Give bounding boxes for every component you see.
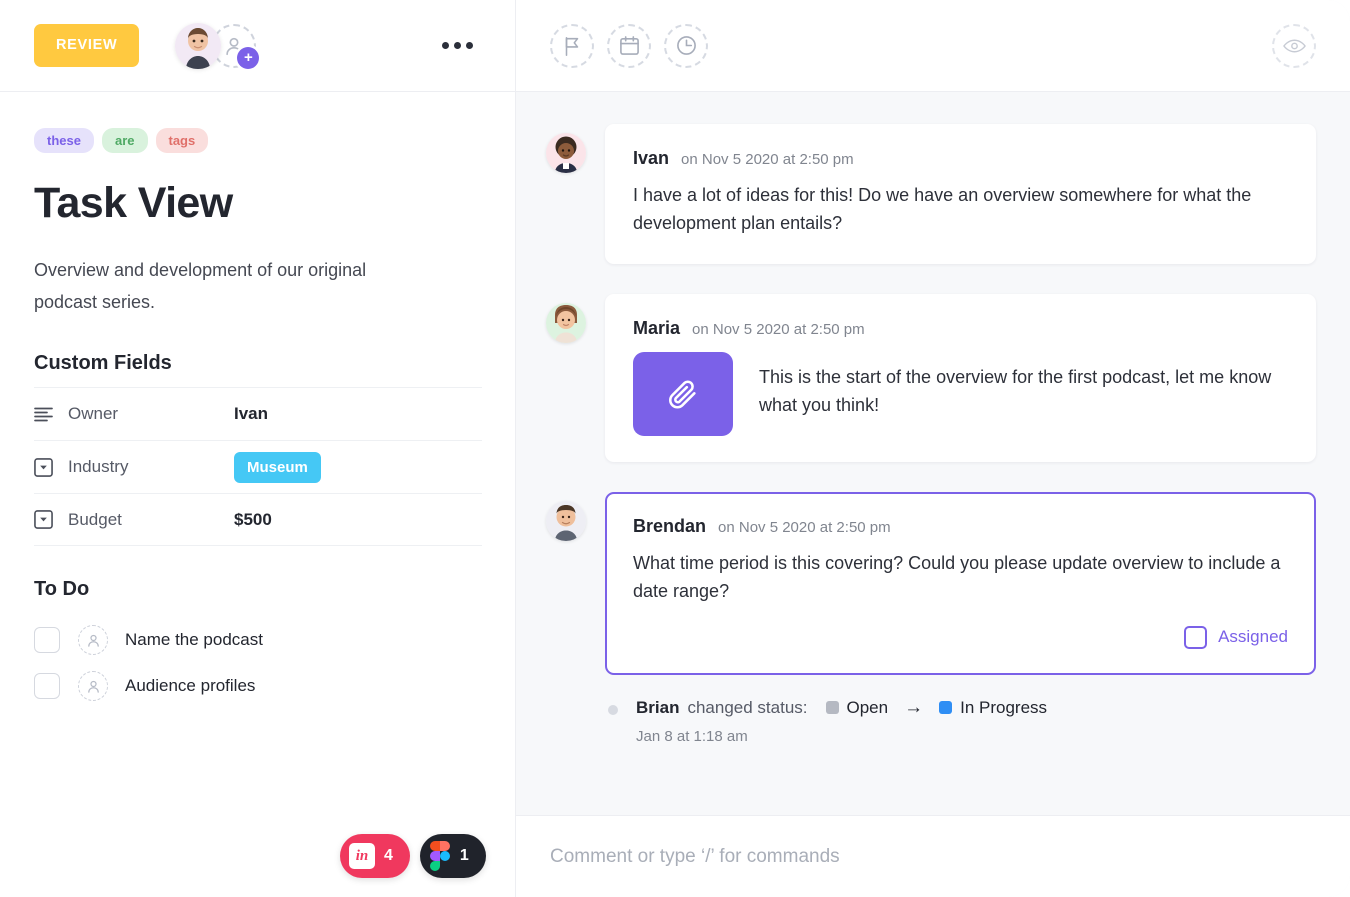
status-color-open — [825, 701, 839, 715]
comment-item: Ivan on Nov 5 2020 at 2:50 pm I have a l… — [546, 124, 1316, 264]
activity-panel: Ivan on Nov 5 2020 at 2:50 pm I have a l… — [516, 0, 1350, 897]
comment-text: This is the start of the overview for th… — [759, 366, 1272, 415]
comment-author: Brendan — [633, 515, 707, 536]
custom-field-label: Owner — [68, 404, 119, 424]
eye-icon[interactable] — [1272, 23, 1316, 68]
custom-field-label: Industry — [68, 457, 129, 477]
task-header-bar: REVIEW + — [0, 0, 515, 92]
todo-checkbox[interactable] — [34, 673, 60, 700]
arrow-right-icon: → — [904, 696, 924, 718]
person-outline-icon[interactable] — [78, 671, 108, 702]
avatar[interactable] — [175, 22, 222, 69]
avatar[interactable] — [546, 302, 586, 343]
comment-card: Maria on Nov 5 2020 at 2:50 pm This is t… — [605, 293, 1316, 462]
comment-author: Ivan — [633, 148, 670, 168]
comment-timestamp: on Nov 5 2020 at 2:50 pm — [681, 151, 854, 168]
tag-list: these are tags — [34, 128, 481, 153]
dropdown-box-icon — [34, 510, 68, 529]
flag-icon[interactable] — [550, 23, 594, 68]
figma-integration-badge[interactable]: 1 — [419, 834, 486, 878]
activity-to-status: In Progress — [960, 697, 1048, 717]
comment-meta: Ivan on Nov 5 2020 at 2:50 pm — [633, 148, 1288, 169]
todo-section: To Do Name the podcast Audience profiles — [34, 578, 481, 709]
tag-chip[interactable]: tags — [155, 128, 209, 153]
status-color-in-progress — [939, 701, 953, 715]
assigned-label: Assigned — [1218, 627, 1288, 647]
custom-field-row-industry[interactable]: Industry Museum — [34, 440, 482, 493]
comment-text: I have a lot of ideas for this! Do we ha… — [633, 185, 1252, 233]
activity-user: Brian — [636, 697, 680, 717]
activity-timestamp: Jan 8 at 1:18 am — [636, 727, 748, 745]
list-item[interactable]: Audience profiles — [34, 663, 481, 709]
page-title: Task View — [34, 179, 233, 227]
review-status-button[interactable]: REVIEW — [34, 24, 140, 67]
tag-chip[interactable]: are — [101, 128, 148, 153]
comment-composer — [516, 815, 1350, 897]
comment-author: Maria — [633, 317, 681, 338]
task-description[interactable]: Overview and development of our original… — [34, 254, 434, 318]
activity-status-line: Brian changed status: Open → In Progress — [636, 697, 1047, 719]
comment-timestamp: on Nov 5 2020 at 2:50 pm — [718, 518, 891, 536]
activity-item-status-change: Brian changed status: Open → In Progress… — [608, 697, 1316, 745]
custom-fields-table: Owner Ivan Industry Museum Budget $500 — [34, 387, 482, 547]
figma-count: 1 — [459, 847, 469, 864]
custom-field-row-owner[interactable]: Owner Ivan — [34, 387, 482, 440]
task-detail-panel: REVIEW + these are tags Task View Overvi… — [0, 0, 516, 897]
comment-input[interactable] — [550, 845, 1316, 868]
person-outline-icon[interactable] — [78, 625, 108, 656]
activity-action: changed status: — [687, 697, 808, 717]
integration-badge-list: in 4 1 — [340, 834, 486, 878]
task-detail-body: these are tags Task View Overview and de… — [0, 92, 515, 897]
more-options-button[interactable] — [434, 34, 481, 57]
comment-meta: Maria on Nov 5 2020 at 2:50 pm — [633, 318, 1288, 339]
activity-from-status: Open — [846, 697, 889, 717]
todo-checkbox[interactable] — [34, 627, 60, 654]
comment-body-with-attachment: This is the start of the overview for th… — [633, 351, 1288, 436]
comment-item: Maria on Nov 5 2020 at 2:50 pm This is t… — [546, 293, 1316, 462]
paperclip-icon — [669, 380, 696, 409]
comment-item-highlighted: Brendan on Nov 5 2020 at 2:50 pm What ti… — [546, 491, 1316, 675]
text-lines-icon — [34, 407, 68, 422]
invision-logo-icon: in — [349, 843, 375, 869]
attachment-tile[interactable] — [633, 351, 733, 436]
tag-chip[interactable]: these — [34, 128, 94, 153]
invision-count: 4 — [384, 847, 393, 864]
ellipsis-icon — [442, 42, 449, 49]
custom-field-value[interactable]: $500 — [234, 510, 272, 530]
todo-label: Audience profiles — [125, 676, 256, 696]
activity-dot-icon — [608, 704, 618, 715]
custom-field-value[interactable]: Ivan — [234, 404, 268, 424]
custom-field-row-budget[interactable]: Budget $500 — [34, 493, 482, 547]
dropdown-box-icon — [34, 457, 68, 477]
figma-logo-icon — [429, 841, 451, 871]
avatar[interactable] — [546, 133, 586, 173]
list-item[interactable]: Name the podcast — [34, 617, 481, 663]
custom-fields-heading: Custom Fields — [34, 352, 172, 375]
comment-card: Ivan on Nov 5 2020 at 2:50 pm I have a l… — [605, 124, 1316, 264]
invision-integration-badge[interactable]: in 4 — [340, 834, 410, 878]
todo-label: Name the podcast — [125, 630, 263, 650]
comment-meta: Brendan on Nov 5 2020 at 2:50 pm — [633, 516, 1288, 537]
comment-list: Ivan on Nov 5 2020 at 2:50 pm I have a l… — [516, 92, 1350, 815]
task-view-window: REVIEW + these are tags Task View Overvi… — [0, 0, 1350, 897]
calendar-icon[interactable] — [607, 23, 651, 68]
clock-icon[interactable] — [664, 23, 708, 68]
assigned-toggle-row: Assigned — [633, 625, 1288, 649]
add-person-plus-icon: + — [237, 46, 260, 69]
assigned-checkbox[interactable] — [1184, 625, 1208, 649]
activity-toolbar — [516, 0, 1350, 92]
todo-heading: To Do — [34, 578, 90, 601]
industry-badge[interactable]: Museum — [234, 451, 321, 483]
assignee-avatar-group: + — [175, 22, 260, 69]
comment-timestamp: on Nov 5 2020 at 2:50 pm — [692, 320, 865, 338]
custom-field-label: Budget — [68, 509, 122, 529]
activity-body: Brian changed status: Open → In Progress… — [636, 697, 1047, 745]
comment-text: What time period is this covering? Could… — [633, 552, 1281, 601]
avatar[interactable] — [546, 500, 586, 541]
comment-card: Brendan on Nov 5 2020 at 2:50 pm What ti… — [605, 491, 1316, 675]
